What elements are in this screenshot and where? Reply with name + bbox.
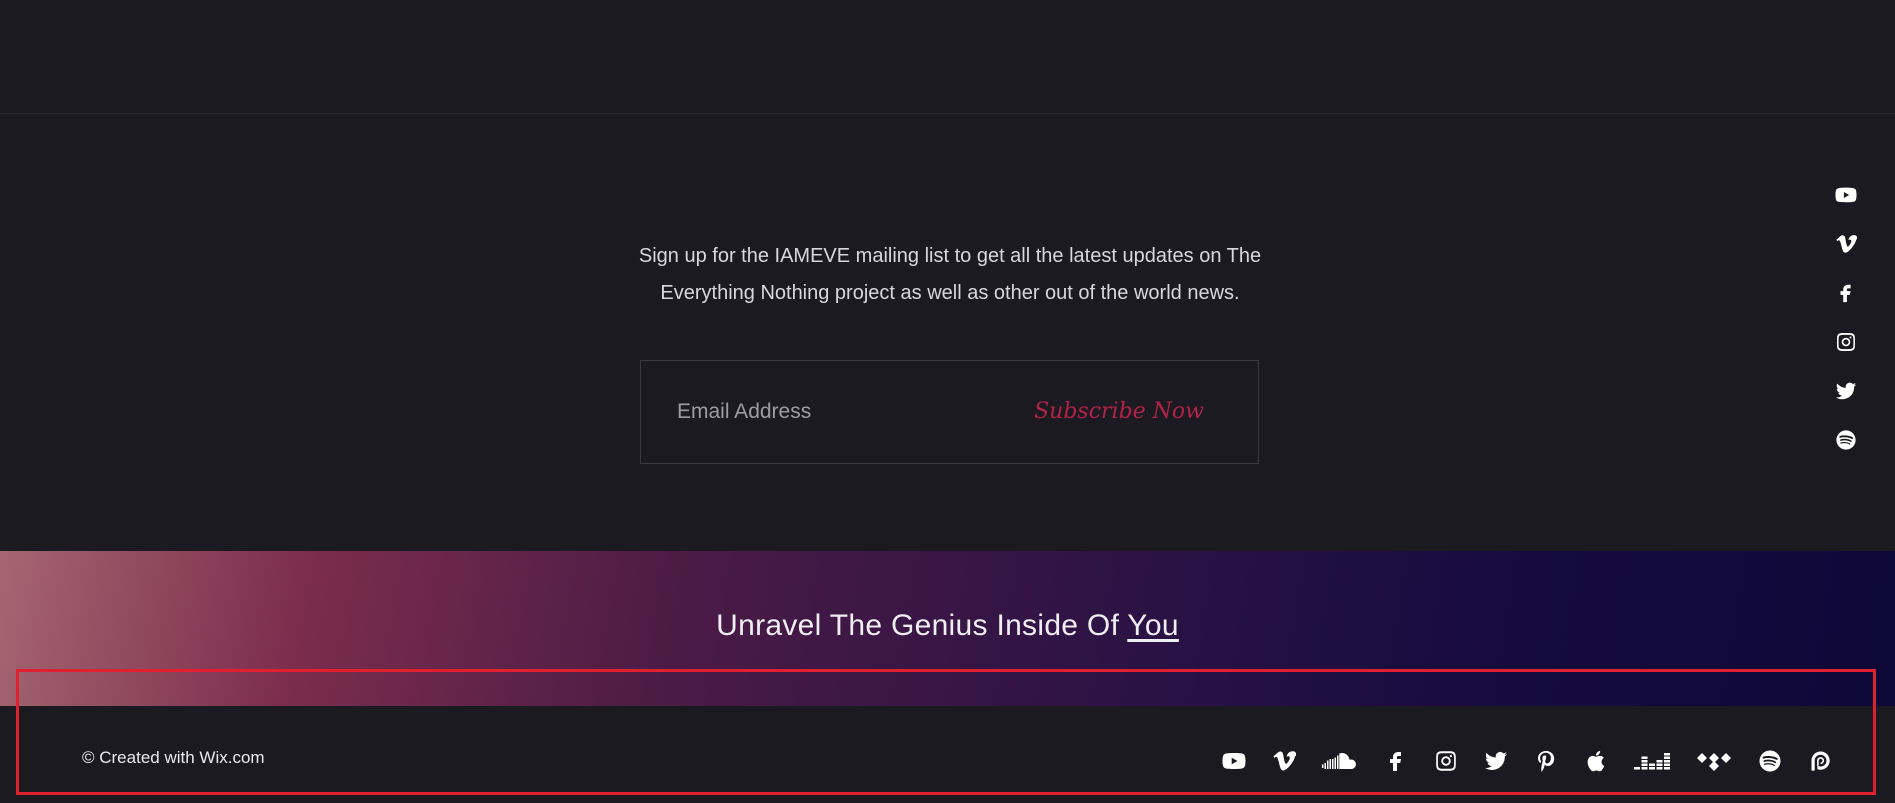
pinterest-icon[interactable] xyxy=(1534,749,1558,773)
tagline-text: Unravel The Genius Inside Of xyxy=(716,609,1128,642)
facebook-icon[interactable] xyxy=(1384,749,1408,773)
signup-form: Subscribe Now xyxy=(640,360,1259,464)
twitter-icon[interactable] xyxy=(1484,749,1508,773)
tagline-you-link[interactable]: You xyxy=(1127,609,1179,642)
deezer-icon[interactable] xyxy=(1634,749,1670,773)
signup-line-1: Sign up for the IAMEVE mailing list to g… xyxy=(638,245,1262,267)
soundcloud-icon[interactable] xyxy=(1322,749,1358,773)
signup-description: Sign up for the IAMEVE mailing list to g… xyxy=(620,238,1280,312)
instagram-icon[interactable] xyxy=(1835,331,1857,353)
subscribe-button[interactable]: Subscribe Now xyxy=(1034,391,1204,431)
tagline: Unravel The Genius Inside Of You xyxy=(0,609,1895,643)
signup-line-2: Everything Nothing project as well as ot… xyxy=(660,282,1240,304)
vimeo-icon[interactable] xyxy=(1272,749,1296,773)
tagline-banner: Unravel The Genius Inside Of You xyxy=(0,551,1895,706)
copyright-text: © Created with Wix.com xyxy=(82,748,265,767)
youtube-icon[interactable] xyxy=(1222,749,1246,773)
facebook-icon[interactable] xyxy=(1835,282,1857,304)
footer-social-bar xyxy=(1222,746,1832,776)
footer-bar: © Created with Wix.com xyxy=(0,706,1895,803)
tidal-icon[interactable] xyxy=(1696,749,1732,773)
youtube-icon[interactable] xyxy=(1835,184,1857,206)
newsletter-section: Sign up for the IAMEVE mailing list to g… xyxy=(0,114,1895,551)
spotify-icon[interactable] xyxy=(1835,429,1857,451)
side-social-bar xyxy=(1830,184,1862,451)
apple-icon[interactable] xyxy=(1584,749,1608,773)
spotify-icon[interactable] xyxy=(1758,749,1782,773)
instagram-icon[interactable] xyxy=(1434,749,1458,773)
header-band xyxy=(0,0,1895,114)
email-input[interactable] xyxy=(675,391,1009,433)
patreon-icon[interactable] xyxy=(1808,749,1832,773)
vimeo-icon[interactable] xyxy=(1835,233,1857,255)
twitter-icon[interactable] xyxy=(1835,380,1857,402)
